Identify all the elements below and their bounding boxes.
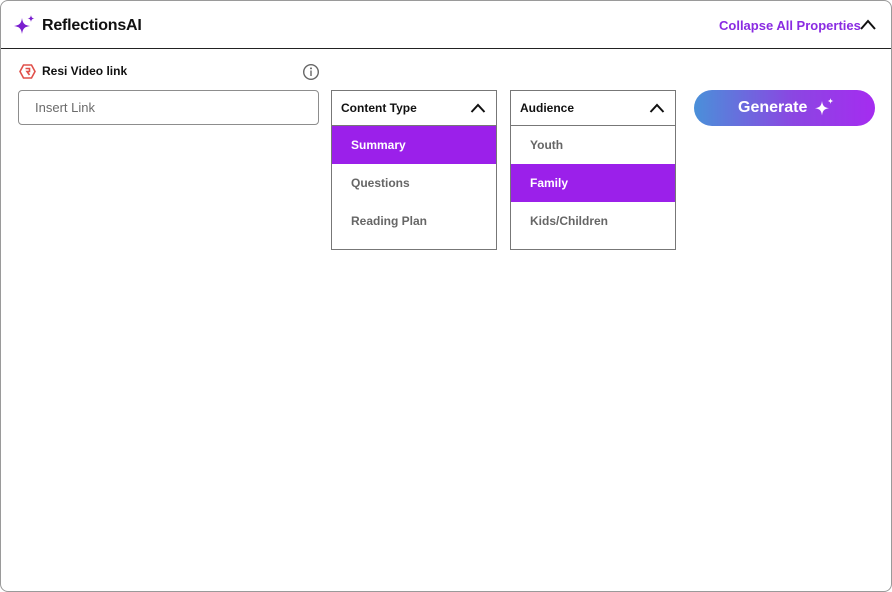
resi-logo-icon	[19, 64, 36, 79]
generate-label: Generate	[738, 99, 808, 116]
audience-label: Audience	[520, 101, 575, 115]
generate-button[interactable]: Generate	[694, 90, 875, 126]
collapse-all-button[interactable]: Collapse All Properties	[719, 18, 861, 33]
audience-select[interactable]: Audience	[511, 91, 675, 126]
sparkle-icon	[14, 15, 35, 34]
audience-option-youth[interactable]: Youth	[511, 126, 675, 164]
chevron-up-icon[interactable]	[859, 18, 877, 32]
option-label: Kids/Children	[530, 214, 609, 228]
audience-option-family[interactable]: Family	[511, 164, 675, 202]
option-label: Family	[530, 176, 569, 190]
content-type-select[interactable]: Content Type	[332, 91, 496, 126]
app-title: ReflectionsAI	[42, 17, 142, 34]
reflections-panel: ReflectionsAI Collapse All Properties Re…	[0, 0, 892, 592]
info-icon[interactable]	[302, 63, 320, 81]
chevron-up-icon	[470, 103, 486, 113]
resi-video-link-label: Resi Video link	[42, 64, 128, 78]
content-type-option-summary[interactable]: Summary	[332, 126, 496, 164]
audience-dropdown: Audience Youth Family Kids/Children	[510, 90, 676, 250]
content-type-label: Content Type	[341, 101, 417, 115]
option-label: Reading Plan	[351, 214, 428, 228]
sparkle-icon	[815, 98, 834, 116]
chevron-up-icon	[649, 103, 665, 113]
audience-option-kids-children[interactable]: Kids/Children	[511, 202, 675, 240]
option-label: Summary	[351, 138, 406, 152]
content-type-option-questions[interactable]: Questions	[332, 164, 496, 202]
content-type-dropdown: Content Type Summary Questions Reading P…	[331, 90, 497, 250]
video-link-input[interactable]	[18, 90, 319, 125]
content-type-option-reading-plan[interactable]: Reading Plan	[332, 202, 496, 240]
option-label: Youth	[530, 138, 564, 152]
panel-header: ReflectionsAI Collapse All Properties	[1, 1, 891, 49]
option-label: Questions	[351, 176, 410, 190]
